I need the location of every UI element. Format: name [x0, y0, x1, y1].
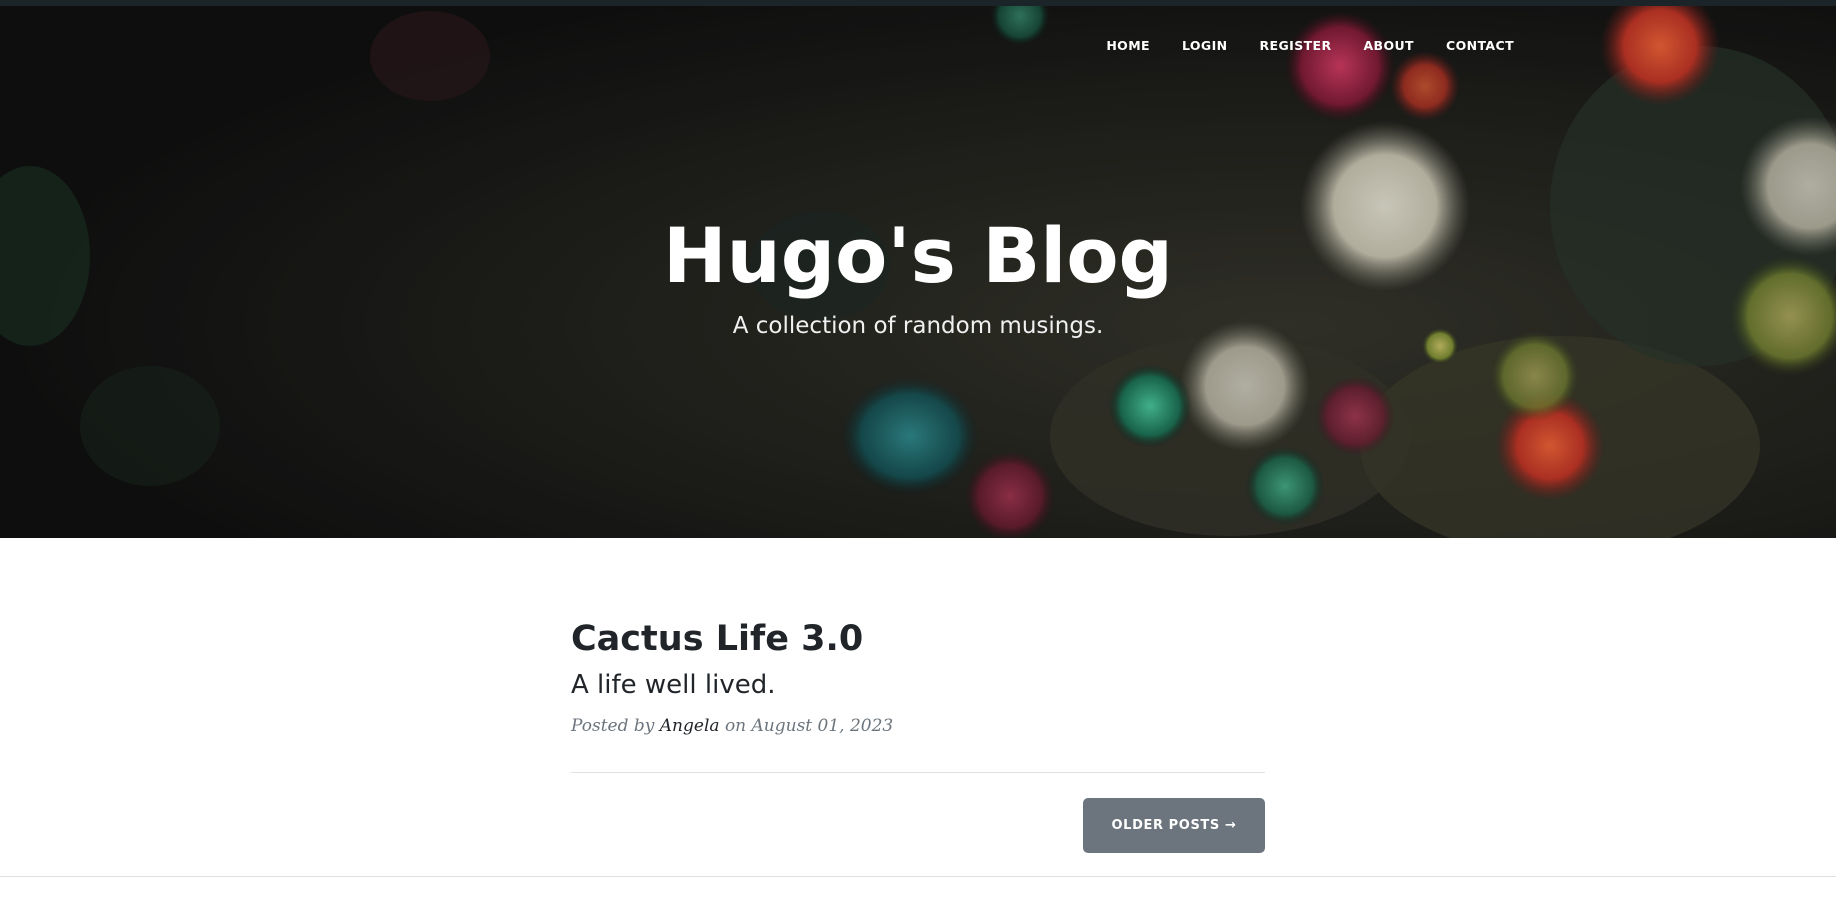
- footer-divider: [0, 876, 1836, 877]
- post-date: August 01, 2023: [751, 716, 894, 736]
- nav-item-home[interactable]: HOME: [1106, 38, 1150, 54]
- post-title[interactable]: Cactus Life 3.0: [571, 618, 863, 660]
- post-meta: Posted by Angela on August 01, 2023: [571, 714, 893, 738]
- nav-item-about[interactable]: ABOUT: [1363, 38, 1414, 54]
- post-author-link[interactable]: Angela: [660, 716, 720, 736]
- nav-item-login[interactable]: LOGIN: [1182, 38, 1228, 54]
- site-heading: Hugo's Blog A collection of random musin…: [0, 211, 1836, 341]
- nav-item-register[interactable]: REGISTER: [1260, 38, 1332, 54]
- post-meta-prefix: Posted by: [571, 716, 655, 736]
- site-title: Hugo's Blog: [663, 211, 1173, 300]
- post-divider: [571, 772, 1265, 773]
- main-nav: HOME LOGIN REGISTER ABOUT CONTACT: [1106, 38, 1514, 54]
- nav-item-contact[interactable]: CONTACT: [1446, 38, 1514, 54]
- older-posts-button[interactable]: OLDER POSTS →: [1083, 798, 1265, 853]
- post-meta-on: on: [724, 716, 747, 736]
- post-subtitle: A life well lived.: [571, 670, 776, 700]
- site-subtitle: A collection of random musings.: [732, 313, 1104, 339]
- masthead: HOME LOGIN REGISTER ABOUT CONTACT Hugo's…: [0, 6, 1836, 538]
